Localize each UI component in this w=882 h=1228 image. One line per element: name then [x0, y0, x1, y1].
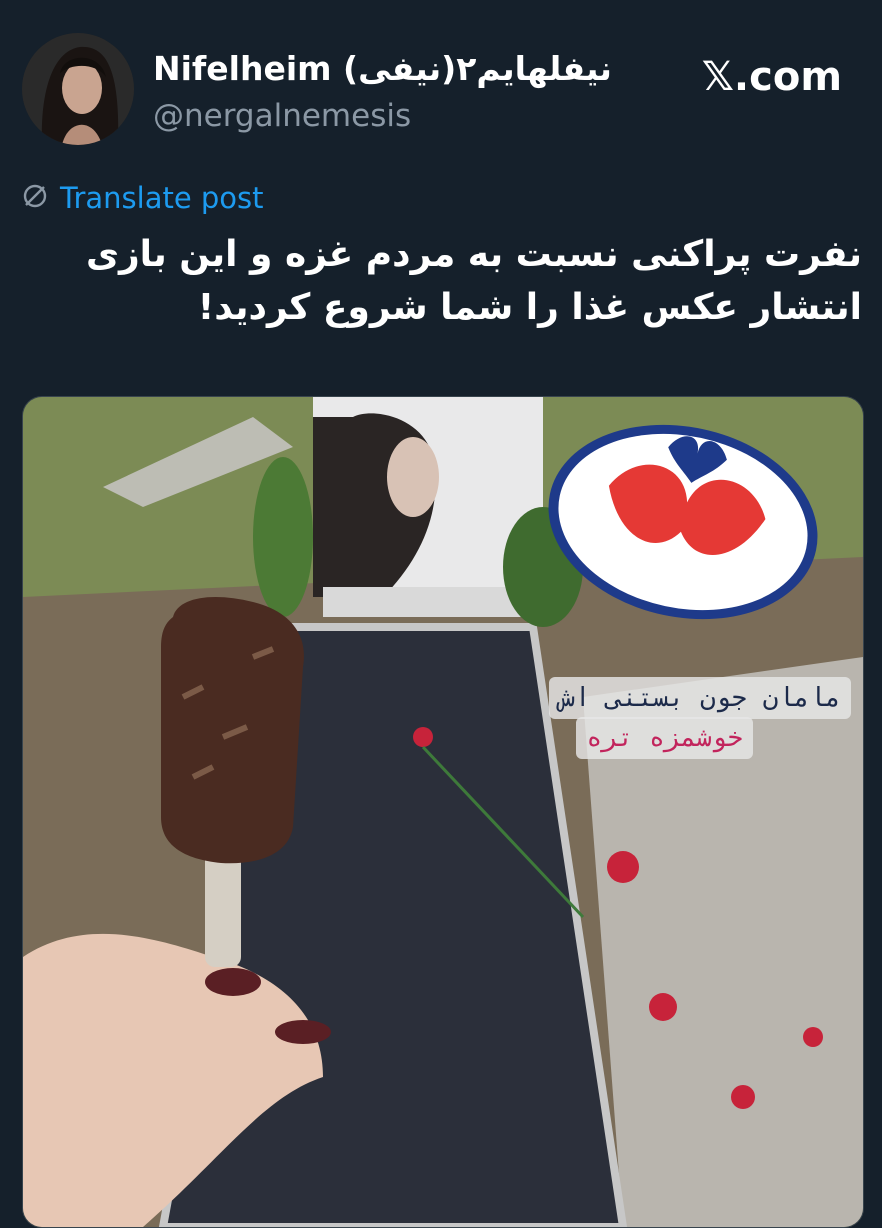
x-brand-label: 𝕏.com	[701, 54, 842, 100]
overlay-caption-line-1: مامان جون بستنی اش	[549, 677, 851, 719]
author-handle[interactable]: @nergalnemesis	[153, 95, 411, 137]
post-header: Nifelheim (نیفلهایم۲(نیفی @nergalnemesis…	[22, 33, 860, 148]
post-image[interactable]: مامان جون بستنی اش خوشمزه تره	[22, 396, 864, 1228]
translate-globe-icon	[22, 183, 48, 213]
avatar[interactable]	[22, 33, 134, 145]
overlay-caption-line-2: خوشمزه تره	[576, 717, 753, 759]
translate-post-label: Translate post	[60, 181, 264, 215]
translate-post-link[interactable]: Translate post	[22, 178, 264, 218]
post-text: نفرت پراکنی نسبت به مردم غزه و این بازی …	[85, 234, 862, 328]
author-display-name[interactable]: Nifelheim (نیفلهایم۲(نیفی	[153, 47, 612, 91]
